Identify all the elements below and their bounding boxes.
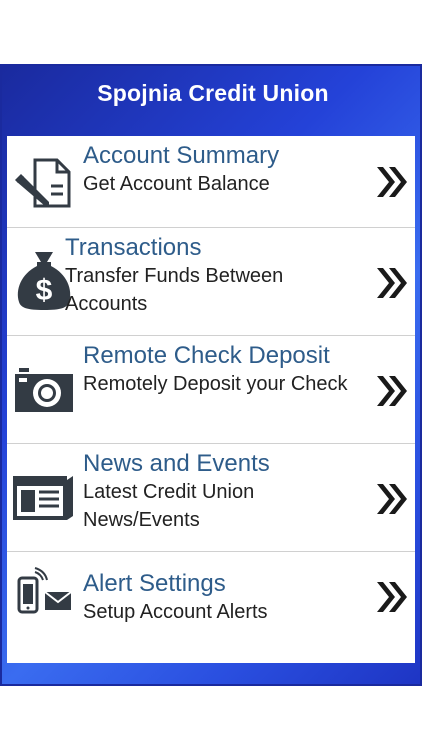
menu-item-account-summary[interactable]: Account Summary Get Account Balance [7, 136, 415, 228]
menu-item-remote-check-deposit[interactable]: Remote Check Deposit Remotely Deposit yo… [7, 336, 415, 444]
menu-item-title: Account Summary [83, 142, 280, 169]
bottom-blank-area [0, 686, 422, 750]
double-chevron-right-icon[interactable] [375, 374, 409, 408]
app-title: Spojnia Credit Union [97, 80, 329, 106]
double-chevron-right-icon[interactable] [375, 580, 409, 614]
menu-item-subtitle: Transfer Funds Between Accounts [65, 265, 284, 315]
menu-item-title: Remote Check Deposit [83, 342, 330, 369]
menu-item-title: News and Events [83, 450, 270, 477]
newspaper-icon [13, 476, 73, 520]
phone-alert-icon [17, 567, 72, 614]
menu-item-news-and-events[interactable]: News and Events Latest Credit Union News… [7, 444, 415, 552]
menu-list: Account Summary Get Account Balance $ Tr… [7, 136, 415, 663]
double-chevron-right-icon[interactable] [375, 165, 409, 199]
document-pen-icon [15, 158, 71, 208]
menu-item-subtitle: Get Account Balance [83, 173, 270, 195]
menu-item-transactions[interactable]: $ Transactions Transfer Funds Between Ac… [7, 228, 415, 336]
app-frame: Spojnia Credit Union Account Summary Get… [0, 64, 422, 686]
menu-item-subtitle: Setup Account Alerts [83, 601, 268, 623]
camera-icon [15, 368, 73, 412]
svg-text:$: $ [36, 274, 53, 307]
menu-item-alert-settings[interactable]: Alert Settings Setup Account Alerts [7, 552, 415, 642]
menu-item-title: Alert Settings [83, 570, 226, 597]
menu-item-subtitle: Remotely Deposit your Check [83, 373, 348, 395]
menu-item-title: Transactions [65, 234, 202, 261]
double-chevron-right-icon[interactable] [375, 266, 409, 300]
menu-item-subtitle: Latest Credit Union News/Events [83, 481, 255, 531]
double-chevron-right-icon[interactable] [375, 482, 409, 516]
